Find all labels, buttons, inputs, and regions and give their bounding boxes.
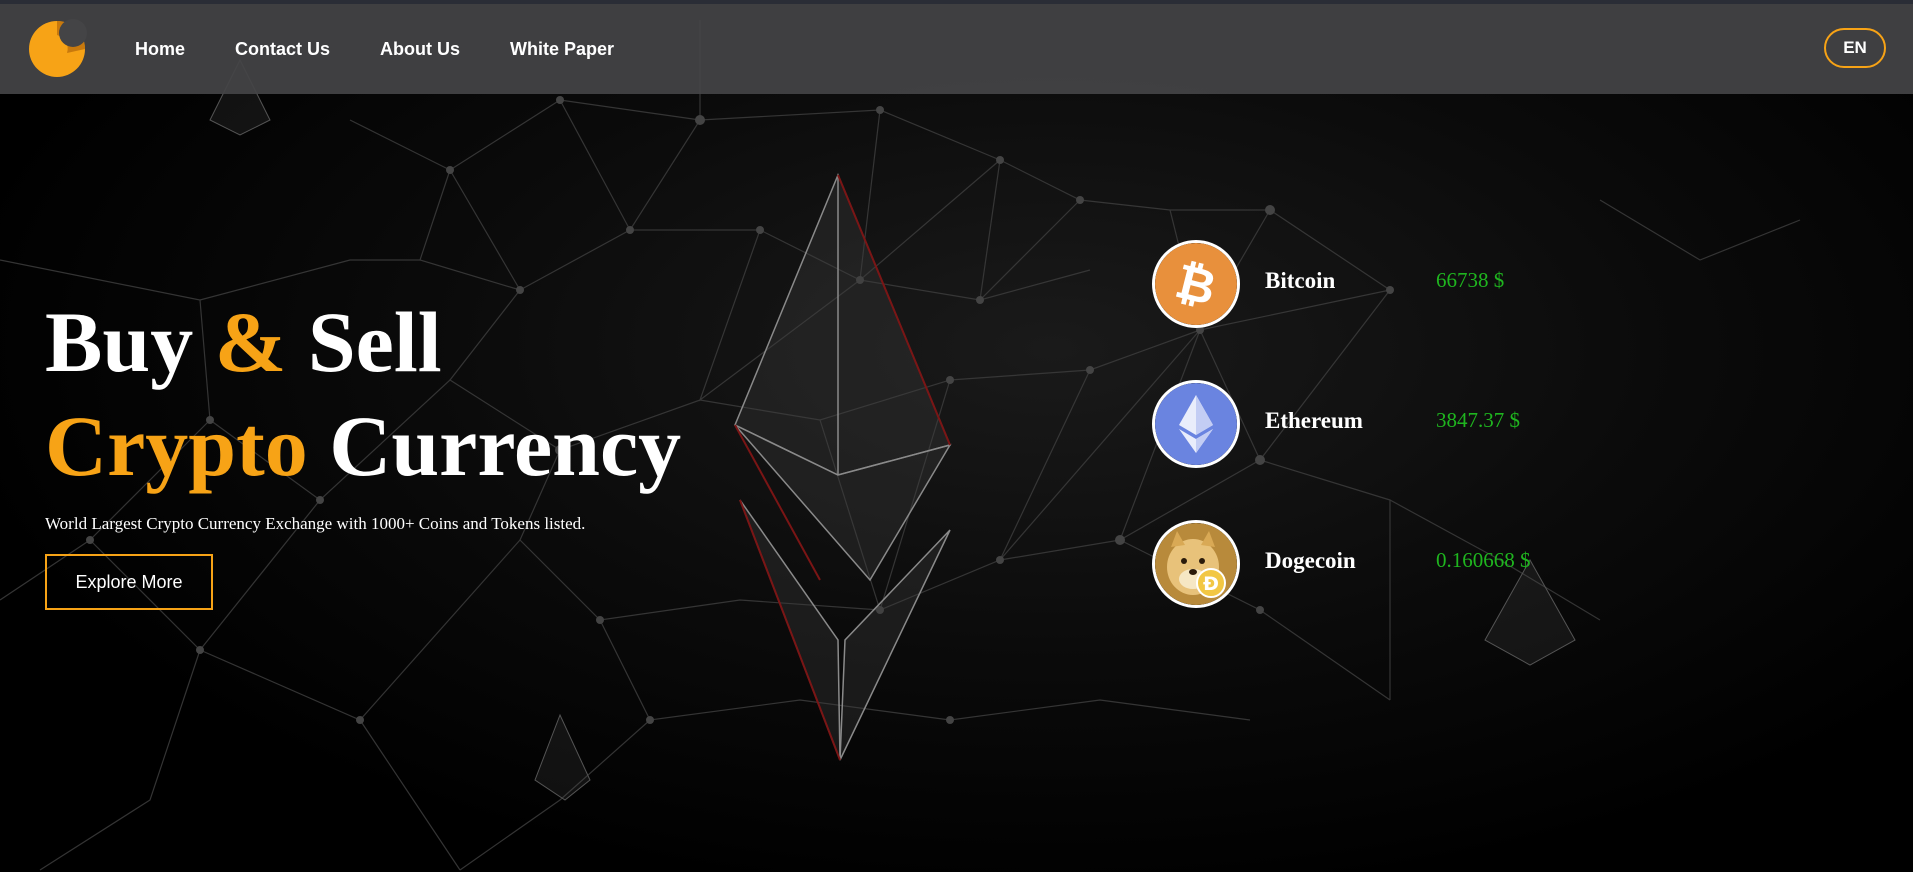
main-navigation: Home Contact Us About Us White Paper	[135, 4, 664, 94]
bitcoin-icon: ₿	[1152, 240, 1240, 328]
hero-title-line-1: Buy & Sell	[45, 290, 745, 394]
nav-contact-us-link[interactable]: Contact Us	[235, 39, 330, 60]
coin-row-bitcoin[interactable]: ₿ Bitcoin 66738 $	[1152, 240, 1572, 380]
hero-title-currency: Currency	[307, 398, 682, 494]
hero-subtitle: World Largest Crypto Currency Exchange w…	[45, 514, 586, 533]
brand-logo-icon[interactable]	[27, 17, 91, 77]
coin-row-dogecoin[interactable]: Đ Dogecoin 0.160668 $	[1152, 520, 1572, 660]
hero-title-line-2: Crypto Currency	[45, 394, 745, 498]
ethereum-icon	[1152, 380, 1240, 468]
hero-title-crypto: Crypto	[45, 398, 308, 494]
nav-white-paper-link[interactable]: White Paper	[510, 39, 614, 60]
coin-price: 0.160668 $	[1436, 548, 1531, 572]
coin-price-list: ₿ Bitcoin 66738 $ Ethereum 3847.37 $ Đ D…	[1152, 240, 1572, 660]
navbar: Home Contact Us About Us White Paper EN	[0, 4, 1913, 94]
hero-title-ampersand: &	[214, 294, 287, 390]
dogecoin-icon: Đ	[1152, 520, 1240, 608]
coin-name: Dogecoin	[1265, 548, 1356, 573]
nav-about-us-link[interactable]: About Us	[380, 39, 460, 60]
coin-price: 3847.37 $	[1436, 408, 1520, 432]
coin-row-ethereum[interactable]: Ethereum 3847.37 $	[1152, 380, 1572, 520]
coin-price: 66738 $	[1436, 268, 1505, 292]
language-button[interactable]: EN	[1824, 28, 1886, 68]
coin-name: Ethereum	[1265, 408, 1363, 433]
explore-more-button[interactable]: Explore More	[45, 554, 213, 610]
hero-title-sell: Sell	[286, 294, 442, 390]
coin-name: Bitcoin	[1265, 268, 1336, 293]
svg-text:Đ: Đ	[1203, 573, 1219, 595]
hero-title-buy: Buy	[45, 294, 215, 390]
hero-section: Buy & Sell Crypto Currency World Largest…	[45, 290, 745, 610]
nav-home-link[interactable]: Home	[135, 39, 185, 60]
